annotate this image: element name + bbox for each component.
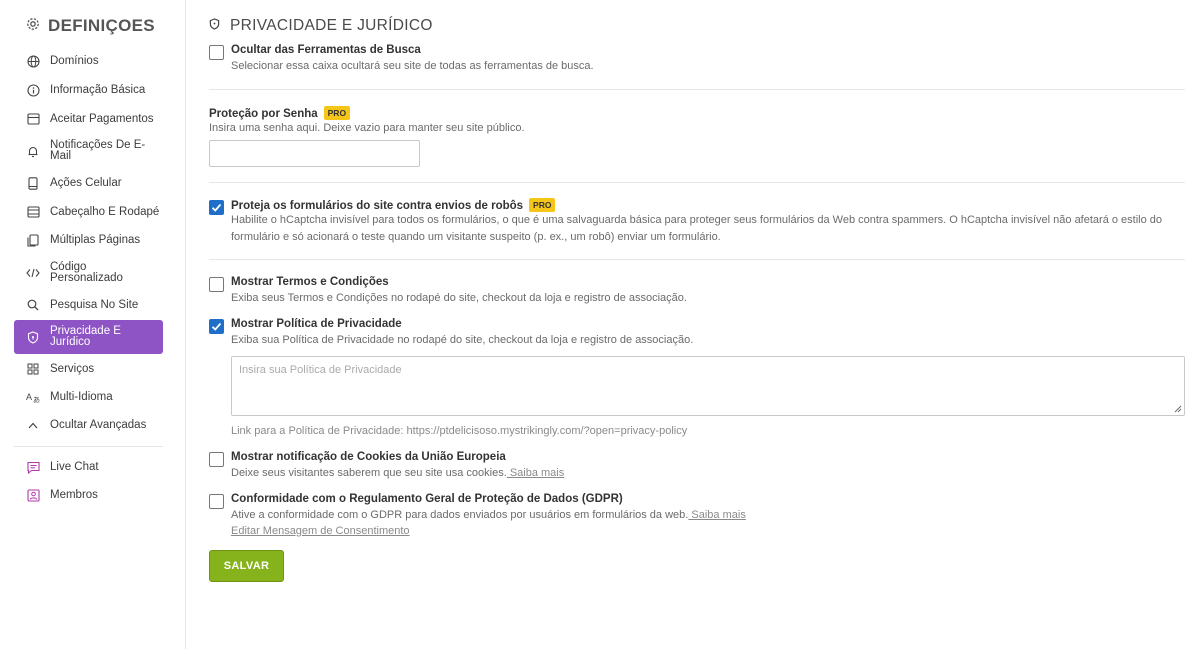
textarea-placeholder: Insira sua Política de Privacidade <box>239 364 402 376</box>
cookies-description: Deixe seus visitantes saberem que seu si… <box>231 467 507 479</box>
sidebar-item-label: Ocultar Avançadas <box>50 418 147 431</box>
code-icon <box>26 266 40 280</box>
sidebar-item-ocultar-avancadas[interactable]: Ocultar Avançadas <box>14 418 163 432</box>
section-divider <box>209 182 1185 183</box>
edit-consent-message-link[interactable]: Editar Mensagem de Consentimento <box>231 523 410 540</box>
cookies-title: Mostrar notificação de Cookies da União … <box>231 451 506 463</box>
captcha-description: Habilite o hCaptcha invisível para todos… <box>231 214 1163 243</box>
sidebar-item-servicos[interactable]: Serviços <box>14 362 163 376</box>
sidebar-item-live-chat[interactable]: Live Chat <box>14 460 163 474</box>
sidebar-item-multiplas-paginas[interactable]: Múltiplas Páginas <box>14 233 163 247</box>
sidebar-item-acoes-celular[interactable]: Ações Celular <box>14 176 163 190</box>
sidebar-item-label: Aceitar Pagamentos <box>50 112 154 125</box>
gear-icon <box>26 17 40 36</box>
sidebar-item-label: Informação Básica <box>50 83 146 96</box>
sidebar-item-informacao-basica[interactable]: Informação Básica <box>14 83 163 97</box>
cookies-checkbox[interactable] <box>209 452 224 467</box>
section-divider <box>209 89 1185 90</box>
sidebar-item-label: Notificações De E-Mail <box>50 139 146 162</box>
chevron-up-icon <box>26 418 40 432</box>
captcha-title: Proteja os formulários do site contra en… <box>231 200 524 212</box>
shield-icon <box>26 330 40 344</box>
sidebar-item-label: Ações Celular <box>50 176 122 189</box>
sidebar-item-multi-idioma[interactable]: Aあ Multi-Idioma <box>14 390 163 404</box>
globe-icon <box>26 54 40 68</box>
sidebar-item-codigo-personalizado[interactable]: Código Personalizado <box>14 261 163 285</box>
sidebar-item-label: Múltiplas Páginas <box>50 233 141 246</box>
gdpr-checkbox[interactable] <box>209 494 224 509</box>
info-icon <box>26 83 40 97</box>
password-title: Proteção por Senha <box>209 108 318 120</box>
password-input[interactable] <box>209 140 420 167</box>
sidebar-item-label: Domínios <box>50 54 99 67</box>
sidebar-item-label: Privacidade E Jurídico <box>50 325 121 348</box>
terms-checkbox[interactable] <box>209 277 224 292</box>
privacy-policy-link[interactable]: Link para a Política de Privacidade: htt… <box>231 423 687 440</box>
terms-description: Exiba seus Termos e Condições no rodapé … <box>231 292 687 304</box>
password-description: Insira uma senha aqui. Deixe vazio para … <box>209 122 525 134</box>
svg-text:A: A <box>26 392 32 402</box>
sidebar-item-label: Live Chat <box>50 460 99 473</box>
hide-search-title: Ocultar das Ferramentas de Busca <box>231 44 421 56</box>
payment-icon <box>26 112 40 126</box>
page-header: PRIVACIDADE E JURÍDICO <box>209 17 433 35</box>
layout-icon <box>26 205 40 219</box>
gdpr-description-row: Ative a conformidade com o GDPR para dad… <box>231 507 746 524</box>
pro-badge: PRO <box>323 106 351 120</box>
grid-icon <box>26 362 40 376</box>
mobile-icon <box>26 176 40 190</box>
sidebar-header: DEFINIÇOES <box>26 16 155 36</box>
resize-handle-icon[interactable] <box>1174 405 1182 413</box>
bell-icon <box>26 144 40 158</box>
hide-search-description: Selecionar essa caixa ocultará seu site … <box>231 60 594 72</box>
sidebar-item-label: Serviços <box>50 362 95 375</box>
sidebar-item-label: Código Personalizado <box>50 261 123 284</box>
sidebar-item-cabecalho-rodape[interactable]: Cabeçalho E Rodapé <box>14 205 163 219</box>
captcha-checkbox[interactable] <box>209 200 224 215</box>
save-button[interactable]: SALVAR <box>209 550 284 582</box>
section-divider <box>209 259 1185 260</box>
terms-title: Mostrar Termos e Condições <box>231 276 389 288</box>
chat-icon <box>26 460 40 474</box>
sidebar-item-notificacoes[interactable]: Notificações De E-Mail <box>14 139 163 163</box>
privacy-policy-textarea[interactable]: Insira sua Política de Privacidade <box>231 356 1185 416</box>
sidebar-item-label: Multi-Idioma <box>50 390 113 403</box>
privacy-policy-description: Exiba sua Política de Privacidade no rod… <box>231 334 694 346</box>
sidebar-item-aceitar-pagamentos[interactable]: Aceitar Pagamentos <box>14 112 163 126</box>
svg-text:あ: あ <box>33 396 40 403</box>
settings-sidebar: DEFINIÇOES Domínios Informação Básica Ac… <box>0 0 186 649</box>
password-title-row: Proteção por Senha PRO <box>209 106 351 120</box>
shield-icon <box>209 17 220 35</box>
cookies-learn-more-link[interactable]: Saiba mais <box>507 467 564 479</box>
page-title: PRIVACIDADE E JURÍDICO <box>230 17 433 34</box>
cookies-description-row: Deixe seus visitantes saberem que seu si… <box>231 465 564 482</box>
sidebar-item-label: Membros <box>50 488 98 501</box>
sidebar-item-membros[interactable]: Membros <box>14 488 163 502</box>
search-icon <box>26 298 40 312</box>
captcha-title-row: Proteja os formulários do site contra en… <box>231 198 556 212</box>
gdpr-learn-more-link[interactable]: Saiba mais <box>688 509 745 521</box>
privacy-policy-title: Mostrar Política de Privacidade <box>231 318 402 330</box>
pro-badge: PRO <box>529 198 556 212</box>
sidebar-item-label: Cabeçalho E Rodapé <box>50 205 160 218</box>
pages-icon <box>26 233 40 247</box>
check-icon <box>211 203 222 212</box>
translate-icon: Aあ <box>26 390 40 404</box>
check-icon <box>211 322 222 331</box>
sidebar-item-label: Pesquisa No Site <box>50 298 139 311</box>
hide-search-checkbox[interactable] <box>209 45 224 60</box>
gdpr-title: Conformidade com o Regulamento Geral de … <box>231 493 623 505</box>
sidebar-item-pesquisa-no-site[interactable]: Pesquisa No Site <box>14 298 163 312</box>
sidebar-divider <box>14 446 163 447</box>
sidebar-title: DEFINIÇOES <box>48 16 155 35</box>
sidebar-item-dominios[interactable]: Domínios <box>14 54 163 68</box>
sidebar-item-privacidade-juridico[interactable]: Privacidade E Jurídico <box>14 320 163 354</box>
member-icon <box>26 488 40 502</box>
privacy-policy-checkbox[interactable] <box>209 319 224 334</box>
gdpr-description: Ative a conformidade com o GDPR para dad… <box>231 509 689 521</box>
